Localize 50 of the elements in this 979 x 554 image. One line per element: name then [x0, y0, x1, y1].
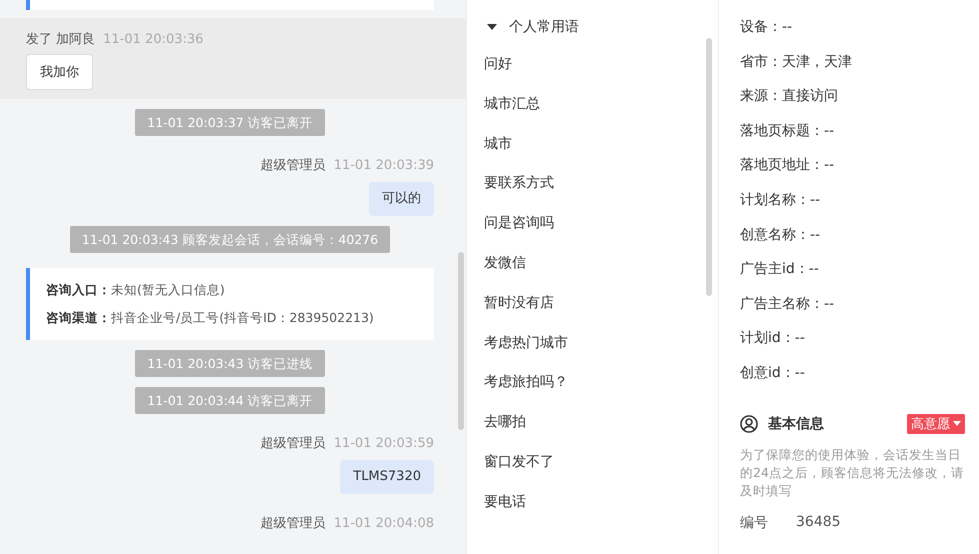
- hint-text: 为了保障您的使用体验，会话发生当日的24点之后，顾客信息将无法修改，请及时填写: [740, 446, 965, 500]
- phrase-item[interactable]: 去哪拍: [467, 403, 718, 443]
- phrase-item[interactable]: 考虑热门城市: [467, 324, 718, 364]
- user-icon: [740, 414, 758, 433]
- phrase-item[interactable]: 问好: [467, 45, 718, 85]
- scrollbar-thumb[interactable]: [706, 38, 712, 296]
- sender-name: 发了 加阿良: [26, 31, 96, 48]
- phrase-item[interactable]: 暂时没有店: [467, 284, 718, 324]
- sender-name: 超级管理员: [260, 157, 326, 174]
- info-line: 省市：天津，天津: [740, 52, 853, 72]
- info-line: 设备：--: [740, 18, 794, 37]
- message-time: 11-01 20:04:08: [334, 516, 434, 530]
- info-line: 咨询渠道：抖音企业号/员工号(抖音号ID：2839502213): [46, 309, 375, 327]
- system-notice: 11-01 20:03:44 访客已离开: [135, 387, 325, 414]
- field-value: 36485: [796, 514, 841, 532]
- info-line: 咨询入口：未知(暂无入口信息): [46, 281, 226, 299]
- info-line: 计划名称：--: [740, 190, 822, 210]
- sender-name: 超级管理员: [260, 515, 326, 532]
- phrase-item[interactable]: 发微信: [467, 244, 718, 284]
- info-line: 落地页地址：--: [740, 156, 836, 176]
- phrase-item[interactable]: 城市: [467, 124, 718, 164]
- info-line: 来源：直接访问: [740, 87, 839, 106]
- phrase-item[interactable]: 要联系方式: [467, 164, 718, 204]
- message-button[interactable]: 我加你: [26, 54, 93, 90]
- group-header[interactable]: 个人常用语: [467, 9, 718, 45]
- message-bubble: TLMS7320: [340, 460, 434, 494]
- message-time: 11-01 20:03:39: [334, 158, 434, 172]
- info-line: 落地页标题：--: [740, 122, 836, 141]
- scrollbar-thumb[interactable]: [458, 252, 464, 430]
- phrase-item[interactable]: 考虑旅拍吗？: [467, 363, 718, 404]
- message-time: 11-01 20:03:36: [103, 32, 204, 46]
- field-label: 编号: [740, 514, 769, 532]
- sender-name: 超级管理员: [260, 435, 326, 452]
- info-line: 广告主id：--: [740, 260, 820, 280]
- phrase-item[interactable]: 要电话: [467, 482, 718, 523]
- info-line: 广告主名称：--: [740, 294, 836, 314]
- phrase-item[interactable]: 窗口发不了: [467, 442, 718, 483]
- message-bubble: 可以的: [369, 182, 434, 216]
- intent-dropdown[interactable]: 高意愿: [907, 414, 965, 434]
- phrase-item[interactable]: 城市汇总: [467, 84, 718, 125]
- info-line: 计划id：--: [740, 329, 806, 348]
- system-notice: 11-01 20:03:43 访客已进线: [135, 350, 325, 377]
- phrase-item[interactable]: 问是咨询吗: [467, 204, 718, 244]
- section-title: 基本信息: [768, 414, 825, 433]
- system-notice: 11-01 20:03:37 访客已离开: [135, 109, 325, 136]
- system-notice: 11-01 20:03:43 顾客发起会话，会话编号：40276: [70, 226, 390, 253]
- info-line: 创意名称：--: [740, 226, 822, 245]
- message-time: 11-01 20:03:59: [334, 436, 434, 450]
- caret-icon: [953, 421, 961, 426]
- info-line: 创意id：--: [740, 364, 806, 383]
